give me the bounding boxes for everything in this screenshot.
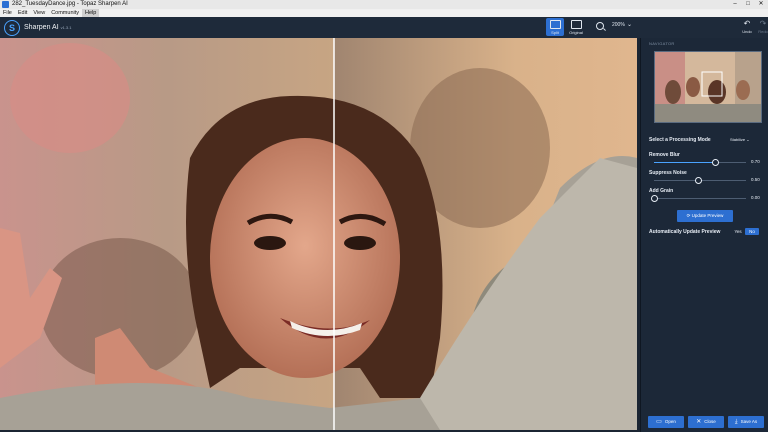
- original-view-button[interactable]: Original: [567, 18, 585, 36]
- add-grain-track[interactable]: [654, 198, 746, 199]
- suppress-noise-value: 0.50: [751, 177, 760, 182]
- add-grain-value: 0.00: [751, 195, 760, 200]
- split-view-label: Split: [551, 30, 559, 35]
- folder-icon: ▭: [656, 419, 662, 425]
- auto-update-yes[interactable]: Yes: [733, 228, 743, 235]
- app-icon: [2, 1, 9, 8]
- menu-view[interactable]: View: [30, 9, 48, 17]
- navigator-thumbnail[interactable]: [654, 51, 762, 123]
- window-title: 282_TuesdayDance.jpg - Topaz Sharpen AI: [12, 1, 128, 7]
- mode-chevron-down-icon: ⌄: [746, 137, 750, 142]
- split-view-icon: [549, 20, 561, 29]
- redo-label: Redo: [758, 29, 768, 34]
- original-view-icon: [570, 20, 582, 29]
- remove-blur-fill: [654, 162, 718, 163]
- processing-mode-label: Select a Processing Mode: [649, 137, 711, 143]
- open-button[interactable]: ▭ Open: [648, 416, 684, 428]
- close-button[interactable]: ✕ Close: [688, 416, 724, 428]
- update-preview-button[interactable]: ⟳ Update Preview: [677, 210, 733, 222]
- close-icon: ✕: [696, 419, 702, 425]
- top-toolbar: S Sharpen AI v1.3.1 Split Original 200% …: [0, 17, 640, 38]
- menu-edit[interactable]: Edit: [15, 9, 30, 17]
- remove-blur-label: Remove Blur: [649, 152, 680, 158]
- photo-preview-graphic: [0, 38, 637, 430]
- app-name: Sharpen AI v1.3.1: [24, 24, 72, 31]
- menu-help[interactable]: Help: [82, 9, 100, 17]
- menu-bar: File Edit View Community Help: [0, 9, 768, 17]
- settings-panel: NAVIGATOR Select a Processing Mode Stabi…: [640, 38, 768, 432]
- menu-community[interactable]: Community: [48, 9, 82, 17]
- suppress-noise-label: Suppress Noise: [649, 170, 687, 176]
- zoom-icon[interactable]: [596, 22, 604, 30]
- suppress-noise-handle[interactable]: [695, 177, 702, 184]
- app-version: v1.3.1: [60, 25, 72, 30]
- zoom-level[interactable]: 200%: [612, 22, 625, 28]
- topaz-logo-icon: S: [4, 20, 20, 36]
- minimize-button[interactable]: –: [729, 0, 741, 9]
- save-icon: ⤓: [734, 419, 738, 425]
- image-preview[interactable]: [0, 38, 637, 430]
- auto-update-label: Automatically Update Preview: [649, 229, 721, 235]
- close-label: Close: [704, 419, 716, 424]
- thumbnail-graphic: [655, 52, 761, 122]
- processing-mode-select[interactable]: Stabilize ⌄: [730, 135, 763, 144]
- menu-file[interactable]: File: [0, 9, 15, 17]
- add-grain-label: Add Grain: [649, 188, 674, 194]
- redo-icon: ↷: [759, 19, 767, 28]
- save-as-label: Save As: [740, 419, 758, 424]
- open-label: Open: [664, 419, 676, 424]
- redo-button[interactable]: ↷ Redo: [748, 17, 768, 38]
- update-preview-label: Update Preview: [691, 213, 724, 218]
- title-bar: 282_TuesdayDance.jpg - Topaz Sharpen AI …: [0, 0, 768, 9]
- auto-update-no[interactable]: No: [745, 228, 759, 235]
- split-view-button[interactable]: Split: [546, 18, 564, 36]
- add-grain-handle[interactable]: [651, 195, 658, 202]
- maximize-button[interactable]: □: [742, 0, 754, 9]
- navigator-label: NAVIGATOR: [649, 41, 675, 46]
- zoom-chevron-down-icon[interactable]: ⌄: [627, 21, 632, 28]
- close-window-button[interactable]: ✕: [755, 0, 767, 9]
- remove-blur-handle[interactable]: [712, 159, 719, 166]
- original-view-label: Original: [569, 30, 583, 35]
- save-as-button[interactable]: ⤓ Save As: [728, 416, 764, 428]
- right-toolbar: ↶ Undo ↷ Redo: [640, 17, 768, 38]
- processing-mode-value: Stabilize: [730, 137, 746, 142]
- remove-blur-value: 0.70: [751, 159, 760, 164]
- app-name-text: Sharpen AI: [24, 24, 59, 31]
